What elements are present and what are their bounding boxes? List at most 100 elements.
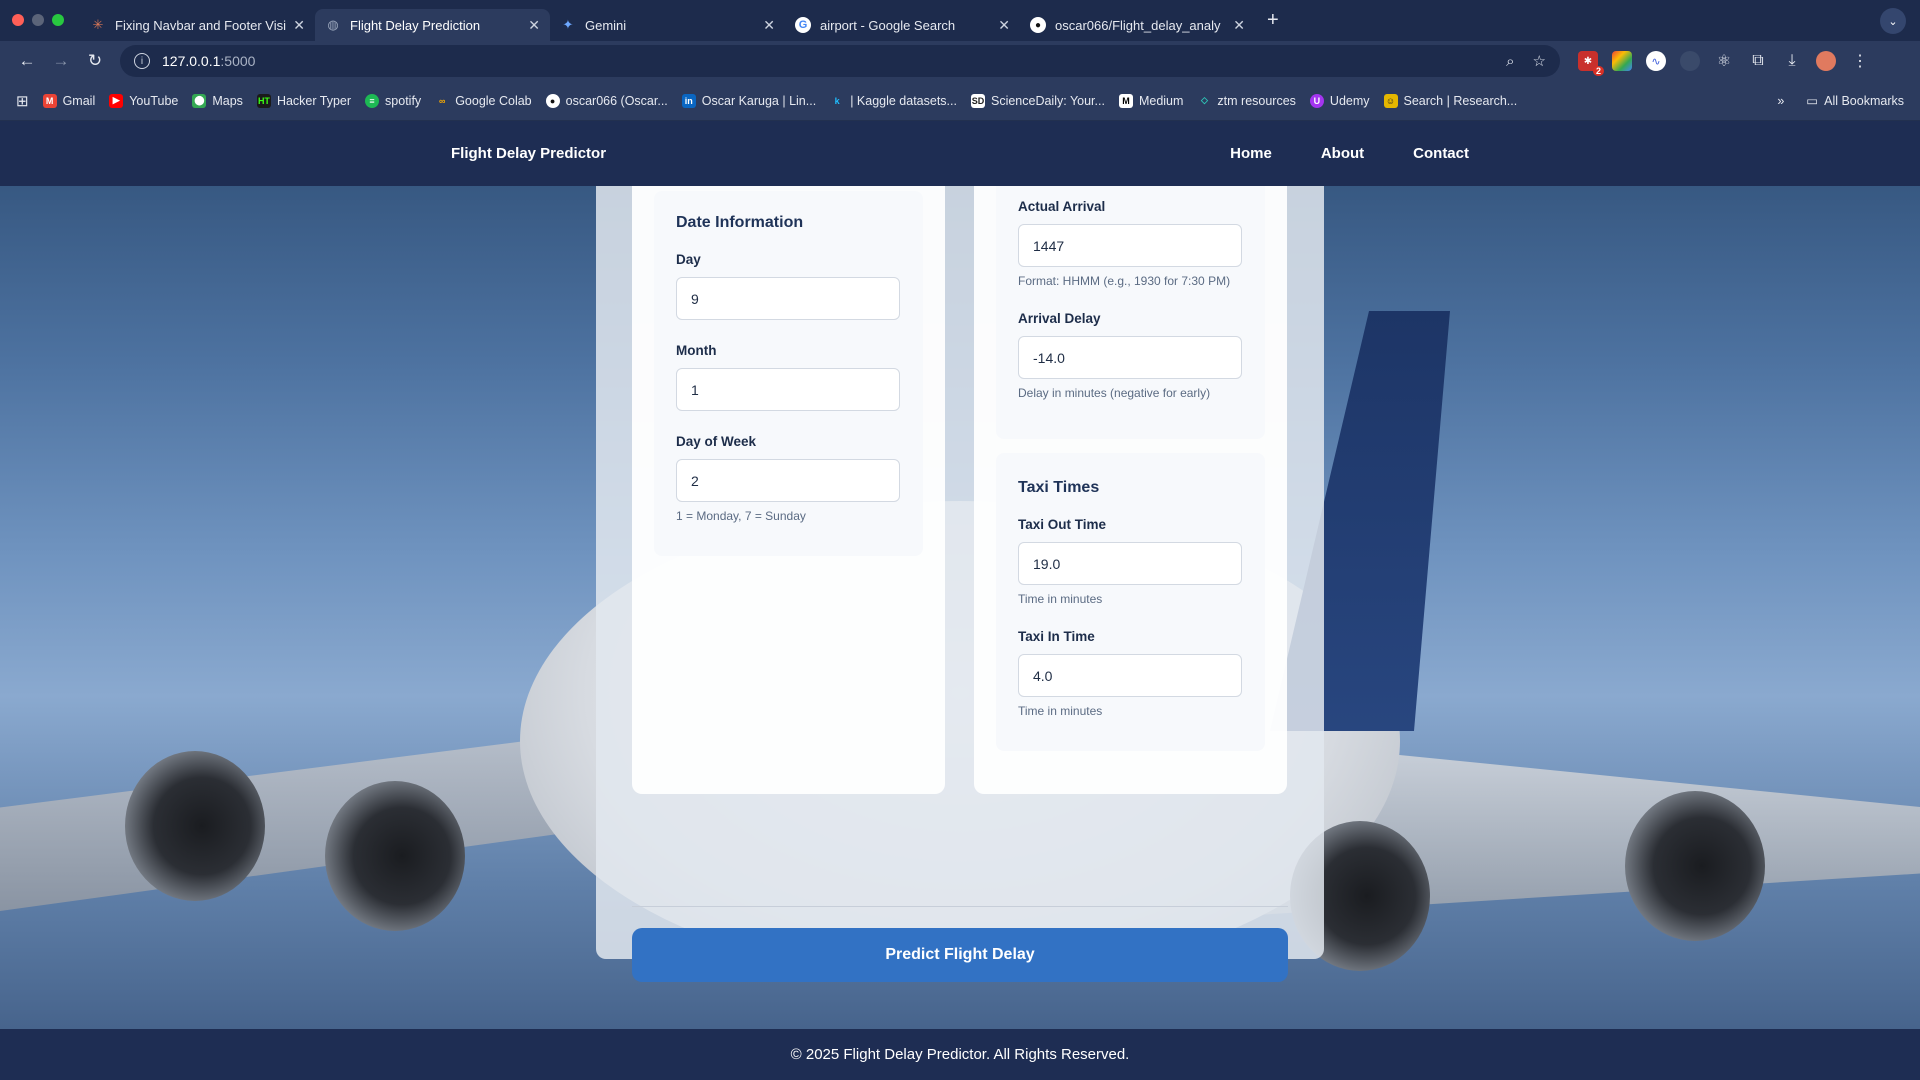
day-label: Day — [676, 252, 701, 267]
color-extension-icon[interactable] — [1612, 51, 1632, 71]
site-info-icon[interactable]: i — [134, 53, 150, 69]
colab-icon: ∞ — [438, 95, 446, 106]
close-tab-icon[interactable]: ✕ — [1233, 17, 1245, 34]
bookmark-maps[interactable]: ⬤ Maps — [192, 93, 243, 108]
google-icon: G — [795, 17, 811, 33]
bookmark-star-icon[interactable]: ☆ — [1533, 52, 1546, 70]
close-tab-icon[interactable]: ✕ — [763, 17, 775, 34]
audio-extension-icon[interactable]: ∿ — [1646, 51, 1666, 71]
profile-avatar[interactable] — [1816, 51, 1836, 71]
browser-toolbar: ← → ↻ i 127.0.0.1 :5000 ⌕ ☆ ✱ 2 ∿ ⚛ ⧉ ⤓ ⋮ — [0, 41, 1920, 81]
bookmark-udemy[interactable]: U Udemy — [1309, 93, 1370, 108]
forward-button[interactable]: → — [44, 51, 78, 71]
apps-grid-icon[interactable]: ⊞ — [16, 92, 29, 110]
tab-search-button[interactable]: ⌄ — [1880, 8, 1906, 34]
close-tab-icon[interactable]: ✕ — [293, 17, 305, 34]
month-input[interactable] — [676, 368, 900, 411]
url-host: 127.0.0.1 — [162, 53, 221, 69]
tab-strip: ✳ Fixing Navbar and Footer Visi ✕ ◍ Flig… — [80, 0, 1279, 41]
download-icon[interactable]: ⤓ — [1782, 51, 1802, 71]
form-column-left: Date Information Day Month Day of Week 1… — [632, 181, 945, 794]
dark-extension-icon[interactable] — [1680, 51, 1700, 71]
youtube-icon: ▶ — [109, 93, 124, 108]
airplane-engine — [325, 781, 465, 931]
month-label: Month — [676, 343, 717, 358]
bookmark-spotify[interactable]: ≡ spotify — [365, 93, 421, 108]
bookmark-medium[interactable]: M Medium — [1118, 93, 1183, 108]
bookmark-github-oscar[interactable]: ● oscar066 (Oscar... — [545, 93, 668, 108]
new-tab-button[interactable]: + — [1267, 9, 1279, 32]
more-bookmarks-icon[interactable]: » — [1777, 94, 1784, 108]
globe-icon: ◍ — [327, 17, 339, 32]
actual-arrival-input[interactable] — [1018, 224, 1242, 267]
claude-icon: ✳ — [92, 17, 104, 32]
reload-button[interactable]: ↻ — [78, 51, 112, 71]
actual-arrival-hint: Format: HHMM (e.g., 1930 for 7:30 PM) — [1018, 274, 1231, 288]
browser-tab-bar: ✳ Fixing Navbar and Footer Visi ✕ ◍ Flig… — [0, 0, 1920, 41]
bookmark-kaggle[interactable]: k | Kaggle datasets... — [830, 94, 957, 108]
bookmark-gmail[interactable]: M Gmail — [42, 93, 95, 108]
footer-copyright: © 2025 Flight Delay Predictor. All Right… — [790, 1046, 1130, 1063]
research-icon: ☺ — [1383, 93, 1398, 108]
close-window-button[interactable] — [12, 14, 24, 26]
airplane-engine — [1625, 791, 1765, 941]
folder-icon: ▭ — [1806, 94, 1819, 108]
bookmarks-bar: ⊞ M Gmail ▶ YouTube ⬤ Maps HT Hacker Typer ≡… — [0, 81, 1920, 121]
nav-home-link[interactable]: Home — [1230, 145, 1272, 162]
extensions-puzzle-icon[interactable]: ⧉ — [1748, 51, 1768, 71]
taxi-out-input[interactable] — [1018, 542, 1242, 585]
udemy-icon: U — [1309, 93, 1324, 108]
date-information-section: Date Information Day Month Day of Week 1… — [654, 191, 923, 556]
all-bookmarks-folder[interactable]: ▭ All Bookmarks — [1806, 93, 1904, 109]
bookmark-hacker-typer[interactable]: HT Hacker Typer — [256, 93, 351, 108]
gemini-icon: ✦ — [562, 17, 574, 32]
arrival-delay-input[interactable] — [1018, 336, 1242, 379]
nav-contact-link[interactable]: Contact — [1413, 145, 1469, 162]
airplane-engine — [125, 751, 265, 901]
github-icon: ● — [1030, 17, 1046, 33]
bookmark-sciencedaily[interactable]: SD ScienceDaily: Your... — [970, 93, 1105, 108]
site-brand[interactable]: Flight Delay Predictor — [451, 145, 606, 162]
tab-google-search[interactable]: G airport - Google Search ✕ — [785, 9, 1020, 41]
spotify-icon: ≡ — [365, 93, 380, 108]
linkedin-icon: in — [681, 93, 696, 108]
site-navbar: Flight Delay Predictor Home About Contac… — [0, 121, 1920, 186]
close-tab-icon[interactable]: ✕ — [528, 17, 540, 34]
extension-icon[interactable]: ✱ 2 — [1578, 51, 1604, 76]
url-port: :5000 — [220, 53, 256, 69]
maximize-window-button[interactable] — [52, 14, 64, 26]
day-of-week-label: Day of Week — [676, 434, 757, 449]
arrival-delay-hint: Delay in minutes (negative for early) — [1018, 386, 1211, 400]
tab-flight-delay-prediction[interactable]: ◍ Flight Delay Prediction ✕ — [315, 9, 550, 41]
nav-about-link[interactable]: About — [1321, 145, 1364, 162]
bookmark-research[interactable]: ☺ Search | Research... — [1383, 93, 1517, 108]
arrival-section: Actual Arrival Format: HHMM (e.g., 1930 … — [996, 181, 1265, 439]
page-viewport: Flight Delay Predictor Home About Contac… — [0, 121, 1920, 1080]
tab-github[interactable]: ● oscar066/Flight_delay_analy ✕ — [1020, 9, 1255, 41]
ztm-icon: ◇ — [1200, 95, 1208, 105]
minimize-window-button[interactable] — [32, 14, 44, 26]
close-tab-icon[interactable]: ✕ — [998, 17, 1010, 34]
day-input[interactable] — [676, 277, 900, 320]
taxi-in-hint: Time in minutes — [1018, 704, 1103, 718]
arrival-delay-label: Arrival Delay — [1018, 311, 1101, 326]
react-devtools-icon[interactable]: ⚛ — [1714, 51, 1734, 71]
bookmark-google-colab[interactable]: ∞ Google Colab — [435, 94, 532, 108]
bookmark-ztm[interactable]: ◇ ztm resources — [1197, 94, 1296, 108]
section-title: Taxi Times — [1018, 479, 1100, 496]
zoom-icon[interactable]: ⌕ — [1506, 53, 1514, 70]
browser-menu-icon[interactable]: ⋮ — [1850, 51, 1870, 71]
back-button[interactable]: ← — [10, 51, 44, 71]
site-footer: © 2025 Flight Delay Predictor. All Right… — [0, 1029, 1920, 1080]
predict-flight-delay-button[interactable]: Predict Flight Delay — [632, 928, 1288, 982]
taxi-in-input[interactable] — [1018, 654, 1242, 697]
address-bar[interactable]: i 127.0.0.1 :5000 ⌕ ☆ — [120, 45, 1560, 77]
tab-fixing-navbar[interactable]: ✳ Fixing Navbar and Footer Visi ✕ — [80, 9, 315, 41]
section-title: Date Information — [676, 214, 804, 231]
day-of-week-input[interactable] — [676, 459, 900, 502]
bookmark-youtube[interactable]: ▶ YouTube — [109, 93, 178, 108]
hackertyper-icon: HT — [256, 93, 271, 108]
bookmark-linkedin[interactable]: in Oscar Karuga | Lin... — [681, 93, 816, 108]
tab-gemini[interactable]: ✦ Gemini ✕ — [550, 9, 785, 41]
form-divider — [632, 906, 1288, 907]
